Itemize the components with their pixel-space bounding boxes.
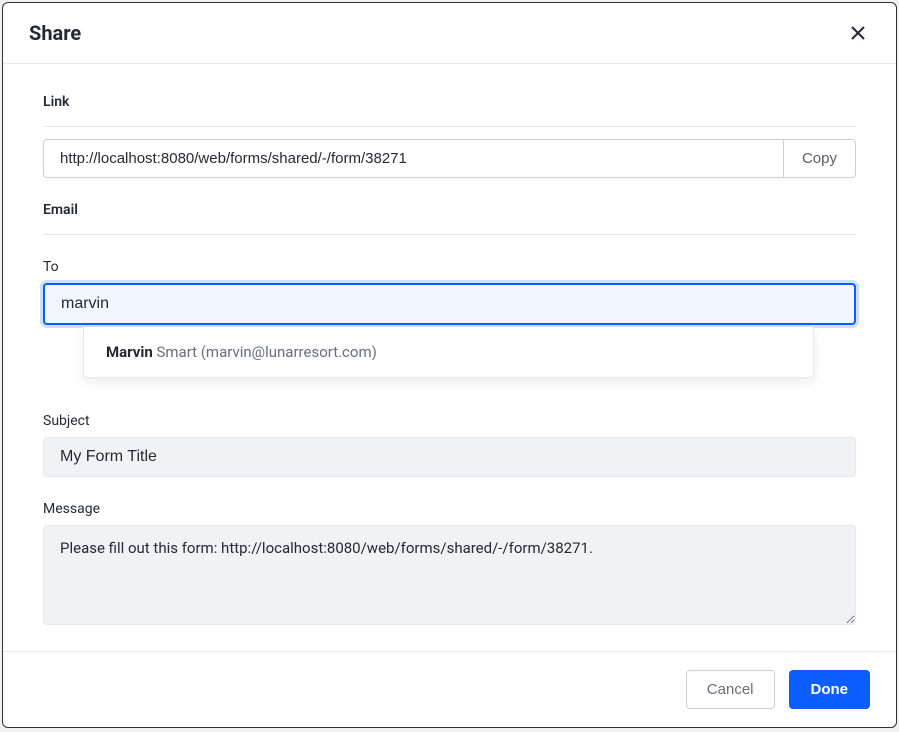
email-message-textarea[interactable]: Please fill out this form: http://localh… xyxy=(43,525,856,625)
email-section-label: Email xyxy=(43,202,856,235)
email-subject-input[interactable] xyxy=(43,437,856,477)
modal-title: Share xyxy=(29,21,81,45)
close-icon xyxy=(850,25,866,41)
close-button[interactable] xyxy=(846,21,870,45)
share-modal: Share Link Copy Email To Marvin Smart (m… xyxy=(2,2,897,728)
email-to-input[interactable] xyxy=(43,283,856,325)
link-section-label: Link xyxy=(43,94,856,127)
autocomplete-dropdown: Marvin Smart (marvin@lunarresort.com) xyxy=(83,327,814,378)
cancel-button[interactable]: Cancel xyxy=(686,670,775,709)
modal-body: Link Copy Email To Marvin Smart (marvin@… xyxy=(3,64,896,651)
modal-header: Share xyxy=(3,3,896,64)
autocomplete-item[interactable]: Marvin Smart (marvin@lunarresort.com) xyxy=(84,327,813,377)
autocomplete-suffix: Smart (marvin@lunarresort.com) xyxy=(153,343,377,361)
autocomplete-match: Marvin xyxy=(106,343,153,361)
message-label: Message xyxy=(43,501,856,517)
modal-footer: Cancel Done xyxy=(3,651,896,727)
link-url-input[interactable] xyxy=(43,139,783,178)
to-field-wrapper: Marvin Smart (marvin@lunarresort.com) xyxy=(43,283,856,325)
copy-button[interactable]: Copy xyxy=(783,139,856,178)
link-input-group: Copy xyxy=(43,139,856,178)
to-label: To xyxy=(43,259,856,275)
done-button[interactable]: Done xyxy=(789,670,871,709)
subject-label: Subject xyxy=(43,413,856,429)
